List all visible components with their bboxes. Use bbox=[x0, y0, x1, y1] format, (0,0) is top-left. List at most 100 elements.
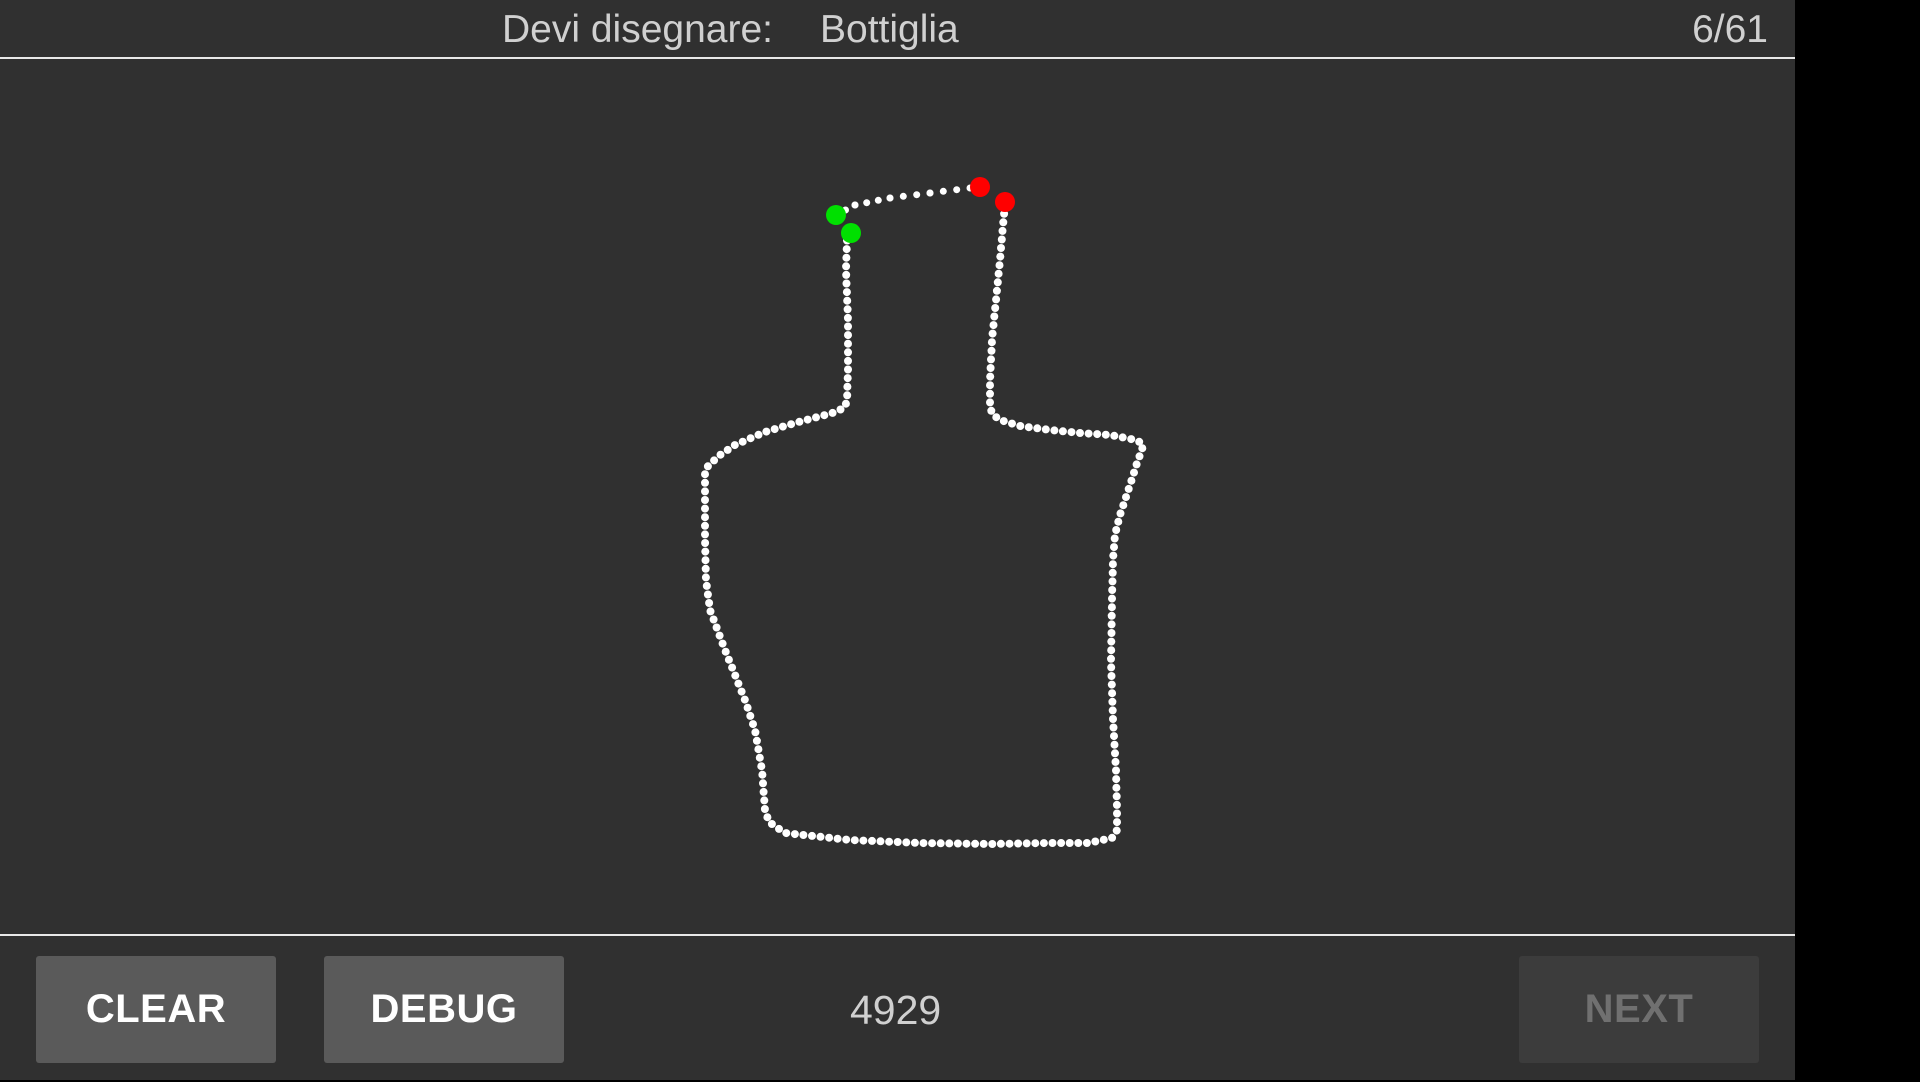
stroke-point bbox=[1107, 672, 1116, 680]
stroke-point bbox=[998, 226, 1007, 235]
stroke-point bbox=[1127, 435, 1136, 444]
stroke-point bbox=[790, 830, 799, 839]
stroke-point bbox=[993, 278, 1002, 287]
stroke-point bbox=[868, 836, 876, 845]
stroke-point bbox=[1111, 749, 1119, 758]
start-marker-1 bbox=[826, 205, 846, 225]
stroke-point bbox=[712, 623, 721, 632]
stroke-point bbox=[1107, 646, 1116, 655]
stroke-point bbox=[996, 839, 1005, 848]
stroke-point bbox=[825, 833, 834, 842]
stroke-point bbox=[913, 191, 921, 199]
progress-counter: 6/61 bbox=[1692, 8, 1768, 51]
stroke-point bbox=[926, 189, 934, 197]
stroke-point bbox=[986, 372, 995, 381]
stroke-point bbox=[863, 199, 871, 207]
stroke-point bbox=[1113, 818, 1121, 827]
stroke-point bbox=[762, 427, 771, 436]
stroke-point bbox=[770, 425, 779, 434]
stroke-point bbox=[842, 835, 851, 844]
score-value: 4929 bbox=[850, 987, 942, 1033]
prompt-word: Bottiglia bbox=[820, 8, 959, 51]
stroke-point bbox=[1108, 586, 1117, 594]
stroke-point bbox=[1113, 809, 1121, 818]
stroke-point bbox=[1057, 839, 1066, 847]
stroke-point bbox=[755, 753, 764, 762]
stroke-point bbox=[842, 279, 851, 288]
stroke-point bbox=[763, 813, 772, 822]
next-button[interactable]: NEXT bbox=[1519, 956, 1759, 1063]
clear-button[interactable]: CLEAR bbox=[36, 956, 276, 1063]
stroke-point bbox=[986, 381, 994, 390]
stroke-point bbox=[701, 530, 709, 539]
stroke-point bbox=[902, 838, 911, 847]
stroke-point bbox=[1107, 680, 1116, 689]
stroke-point bbox=[1058, 427, 1067, 436]
stroke-point bbox=[778, 422, 787, 431]
stroke-point bbox=[843, 313, 852, 322]
stroke-point bbox=[701, 547, 710, 556]
stroke-point bbox=[842, 262, 851, 271]
stroke-point bbox=[1130, 468, 1138, 477]
stroke-point bbox=[710, 456, 719, 465]
stroke-point bbox=[988, 840, 997, 848]
stroke-point bbox=[1008, 419, 1016, 428]
stroke-point bbox=[740, 695, 749, 704]
stroke-point bbox=[701, 539, 710, 547]
stroke-point bbox=[843, 374, 852, 383]
stroke-point bbox=[850, 836, 859, 845]
stroke-point bbox=[701, 487, 709, 496]
stroke-point bbox=[1108, 594, 1116, 603]
stroke-point bbox=[820, 411, 829, 420]
stroke-point bbox=[1082, 839, 1091, 847]
stroke-point bbox=[994, 269, 1003, 278]
stroke-point bbox=[842, 253, 851, 262]
stroke-point bbox=[992, 286, 1001, 295]
stroke-point bbox=[842, 270, 851, 279]
stroke-point bbox=[701, 521, 709, 530]
screen-edge bbox=[1795, 0, 1920, 1080]
stroke-point bbox=[1112, 792, 1121, 801]
stroke-point bbox=[1116, 509, 1125, 518]
end-marker-2 bbox=[995, 192, 1015, 212]
stroke-point bbox=[945, 839, 954, 848]
stroke-point bbox=[992, 413, 1001, 422]
stroke-point bbox=[919, 839, 928, 848]
stroke-point bbox=[1132, 460, 1141, 469]
stroke-markers bbox=[826, 177, 1015, 243]
stroke-point bbox=[844, 339, 852, 348]
stroke-point bbox=[728, 663, 737, 672]
stroke-point bbox=[701, 478, 709, 487]
stroke-point bbox=[1124, 484, 1133, 493]
stroke-point bbox=[851, 201, 859, 209]
footer-bar: CLEAR DEBUG 4929 NEXT bbox=[0, 934, 1795, 1082]
stroke-point bbox=[1110, 740, 1119, 749]
stroke-point bbox=[987, 355, 995, 364]
stroke-point bbox=[723, 445, 732, 454]
stroke-point bbox=[843, 305, 852, 314]
stroke-point bbox=[1076, 429, 1084, 437]
stroke-point bbox=[1024, 423, 1033, 432]
debug-button[interactable]: DEBUG bbox=[324, 956, 564, 1063]
stroke-point bbox=[701, 573, 710, 582]
stroke-point bbox=[1033, 424, 1042, 433]
stroke-point bbox=[1041, 425, 1050, 434]
stroke-point bbox=[1107, 620, 1116, 629]
stroke-point bbox=[990, 312, 999, 321]
stroke-point bbox=[939, 187, 947, 195]
stroke-point bbox=[1108, 568, 1117, 577]
drawing-canvas[interactable] bbox=[0, 59, 1795, 934]
stroke-point bbox=[1127, 476, 1136, 485]
stroke-point bbox=[1107, 629, 1116, 637]
stroke-point bbox=[833, 834, 842, 843]
stroke-point bbox=[754, 430, 763, 439]
stroke-point bbox=[995, 261, 1004, 270]
stroke-point bbox=[1109, 715, 1117, 723]
stroke-point bbox=[987, 406, 996, 415]
stroke-point bbox=[999, 218, 1008, 227]
stroke-point bbox=[859, 836, 868, 845]
stroke-point bbox=[1031, 839, 1040, 848]
stroke-point bbox=[1109, 723, 1118, 732]
prompt-label: Devi disegnare: bbox=[502, 8, 773, 51]
stroke-point bbox=[816, 832, 825, 841]
